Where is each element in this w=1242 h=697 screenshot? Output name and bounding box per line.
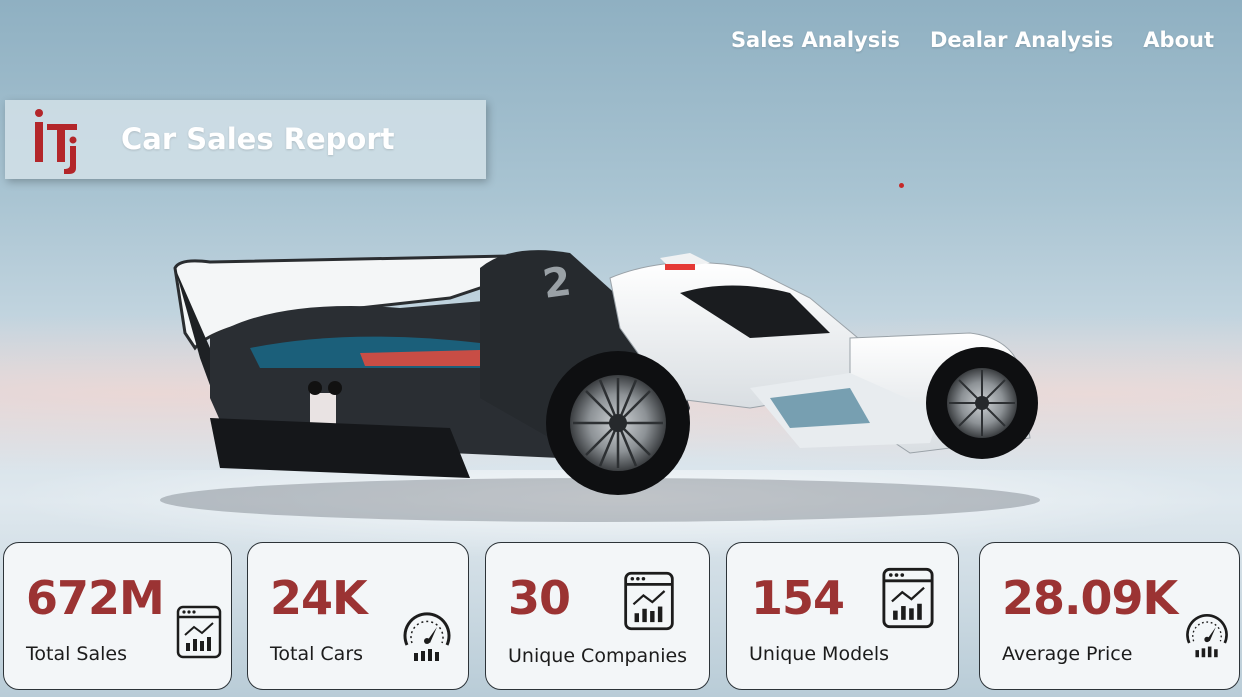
chart-icon — [882, 567, 934, 629]
chart-icon — [624, 571, 674, 631]
kpi-value: 24K — [270, 571, 368, 625]
nav-about[interactable]: About — [1143, 28, 1214, 52]
kpi-value: 154 — [751, 571, 845, 625]
page-title: Car Sales Report — [121, 122, 395, 156]
kpi-value: 672M — [26, 571, 165, 625]
speedometer-icon — [1186, 613, 1228, 658]
nav-sales-analysis[interactable]: Sales Analysis — [731, 28, 900, 52]
kpi-value: 30 — [508, 571, 571, 625]
top-nav: Sales Analysis Dealar Analysis About — [731, 28, 1214, 52]
kpi-card-unique-companies: 30 Unique Companies — [485, 542, 710, 690]
nav-dealer-analysis[interactable]: Dealar Analysis — [930, 28, 1113, 52]
kpi-label: Total Sales — [26, 643, 127, 665]
iti-logo-icon — [35, 109, 77, 174]
report-title-banner: Car Sales Report — [5, 100, 486, 179]
kpi-label: Average Price — [1002, 643, 1133, 665]
indicator-dot — [899, 183, 904, 188]
chart-icon — [176, 605, 222, 659]
kpi-value: 28.09K — [1002, 571, 1178, 625]
race-car-image: 2 — [160, 250, 1040, 522]
kpi-card-total-cars: 24K Total Cars — [247, 542, 469, 690]
kpi-label: Total Cars — [270, 643, 364, 665]
kpi-label: Unique Companies — [508, 645, 688, 667]
kpi-label: Unique Models — [749, 643, 890, 665]
kpi-card-total-sales: 672M Total Sales — [3, 542, 232, 690]
speedometer-icon — [403, 612, 451, 661]
kpi-card-unique-models: 154 Unique Models — [726, 542, 959, 690]
kpi-card-average-price: 28.09K Average Price — [979, 542, 1240, 690]
